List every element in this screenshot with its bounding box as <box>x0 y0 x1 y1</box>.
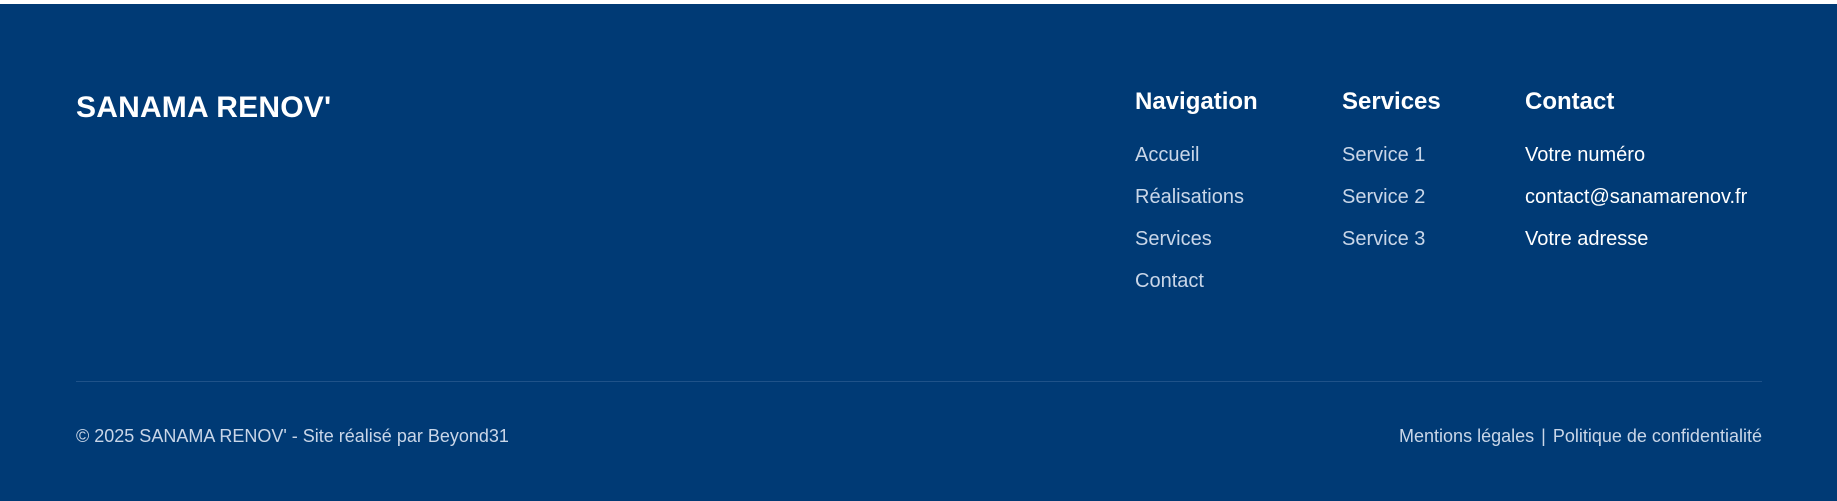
copyright-text: © 2025 SANAMA RENOV' - Site réalisé par … <box>76 426 509 446</box>
services-heading: Services <box>1342 88 1441 115</box>
footer-navigation-column: Navigation Accueil Réalisations Services… <box>1135 84 1258 302</box>
privacy-policy-link[interactable]: Politique de confidentialité <box>1553 426 1762 446</box>
footer-divider <box>76 381 1762 382</box>
legal-separator: | <box>1541 426 1546 446</box>
footer-services-column: Services Service 1 Service 2 Service 3 <box>1342 84 1441 260</box>
service-link-3[interactable]: Service 3 <box>1342 218 1441 260</box>
legal-links: Mentions légales | Politique de confiden… <box>1399 426 1762 447</box>
mentions-legales-link[interactable]: Mentions légales <box>1399 426 1534 446</box>
site-footer: SANAMA RENOV' Navigation Accueil Réalisa… <box>0 4 1837 501</box>
service-link-2[interactable]: Service 2 <box>1342 176 1441 218</box>
contact-list: Votre numéro contact@sanamarenov.fr Votr… <box>1525 134 1747 260</box>
contact-heading: Contact <box>1525 88 1615 115</box>
service-link-1[interactable]: Service 1 <box>1342 134 1441 176</box>
navigation-list: Accueil Réalisations Services Contact <box>1135 134 1258 302</box>
contact-phone: Votre numéro <box>1525 144 1646 166</box>
nav-link-realisations[interactable]: Réalisations <box>1135 176 1258 218</box>
contact-address: Votre adresse <box>1525 228 1649 250</box>
navigation-heading: Navigation <box>1135 88 1258 115</box>
footer-brand: SANAMA RENOV' <box>76 91 332 124</box>
nav-link-contact[interactable]: Contact <box>1135 260 1258 302</box>
footer-contact-column: Contact Votre numéro contact@sanamarenov… <box>1525 84 1747 260</box>
nav-link-accueil[interactable]: Accueil <box>1135 134 1258 176</box>
nav-link-services[interactable]: Services <box>1135 218 1258 260</box>
contact-email: contact@sanamarenov.fr <box>1525 186 1748 208</box>
services-list: Service 1 Service 2 Service 3 <box>1342 134 1441 260</box>
